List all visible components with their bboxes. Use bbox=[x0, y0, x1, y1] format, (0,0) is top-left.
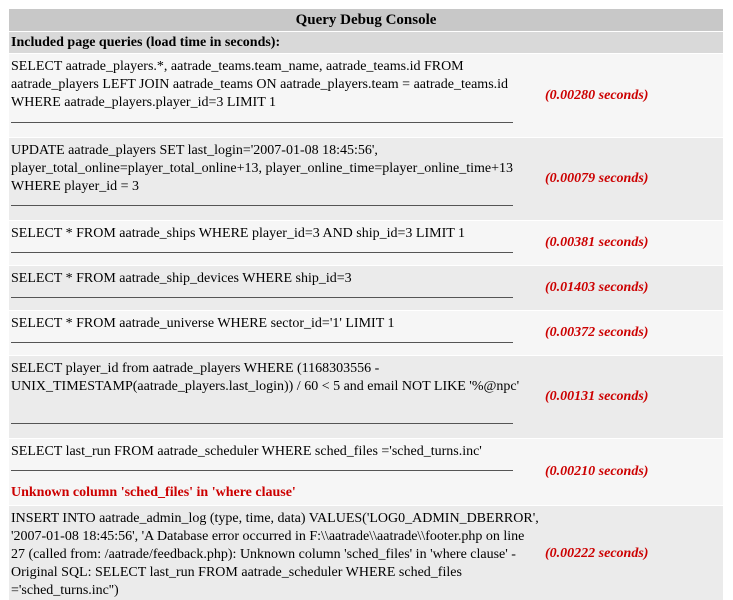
query-sql: UPDATE aatrade_players SET last_login='2… bbox=[11, 143, 514, 194]
query-sql: SELECT player_id from aatrade_players WH… bbox=[11, 361, 520, 394]
query-time: (0.00222 seconds) bbox=[545, 545, 649, 561]
time-cell: (0.00222 seconds) bbox=[542, 506, 723, 600]
console-title: Query Debug Console bbox=[9, 9, 723, 32]
query-time: (0.00372 seconds) bbox=[545, 325, 649, 340]
query-error-message: Unknown column 'sched_files' in 'where c… bbox=[11, 485, 296, 500]
query-row: SELECT * FROM aatrade_ship_devices WHERE… bbox=[9, 266, 723, 311]
query-cell: SELECT * FROM aatrade_ships WHERE player… bbox=[9, 221, 542, 265]
query-divider bbox=[11, 252, 513, 253]
time-cell: (0.00079 seconds) bbox=[542, 138, 723, 220]
query-cell: SELECT player_id from aatrade_players WH… bbox=[9, 356, 542, 438]
query-sql: SELECT aatrade_players.*, aatrade_teams.… bbox=[11, 59, 509, 110]
query-divider bbox=[11, 205, 513, 206]
time-cell: (0.00210 seconds) bbox=[542, 439, 723, 505]
query-row: SELECT last_run FROM aatrade_scheduler W… bbox=[9, 439, 723, 506]
query-time: (0.00280 seconds) bbox=[545, 87, 649, 103]
query-divider bbox=[11, 122, 513, 123]
query-row: UPDATE aatrade_players SET last_login='2… bbox=[9, 138, 723, 221]
query-time: (0.00381 seconds) bbox=[545, 235, 649, 250]
time-cell: (0.00372 seconds) bbox=[542, 311, 723, 355]
query-time: (0.00210 seconds) bbox=[545, 464, 649, 479]
query-divider bbox=[11, 342, 513, 343]
query-row: SELECT aatrade_players.*, aatrade_teams.… bbox=[9, 54, 723, 138]
query-sql: SELECT * FROM aatrade_ships WHERE player… bbox=[11, 226, 466, 241]
query-row: SELECT player_id from aatrade_players WH… bbox=[9, 356, 723, 439]
query-divider bbox=[11, 470, 513, 471]
time-cell: (0.00280 seconds) bbox=[542, 54, 723, 137]
query-row: SELECT * FROM aatrade_ships WHERE player… bbox=[9, 221, 723, 266]
query-cell: SELECT * FROM aatrade_ship_devices WHERE… bbox=[9, 266, 542, 310]
query-divider bbox=[11, 297, 513, 298]
query-time: (0.00079 seconds) bbox=[545, 171, 649, 186]
query-sql: SELECT last_run FROM aatrade_scheduler W… bbox=[11, 444, 482, 459]
query-row: SELECT * FROM aatrade_universe WHERE sec… bbox=[9, 311, 723, 356]
query-divider bbox=[11, 423, 513, 424]
query-sql: SELECT * FROM aatrade_ship_devices WHERE… bbox=[11, 271, 352, 286]
query-cell: SELECT last_run FROM aatrade_scheduler W… bbox=[9, 439, 542, 505]
time-cell: (0.00131 seconds) bbox=[542, 356, 723, 438]
query-cell: INSERT INTO aatrade_admin_log (type, tim… bbox=[9, 506, 542, 600]
section-heading: Included page queries (load time in seco… bbox=[9, 32, 723, 54]
query-sql: INSERT INTO aatrade_admin_log (type, tim… bbox=[11, 511, 539, 598]
query-sql: SELECT * FROM aatrade_universe WHERE sec… bbox=[11, 316, 395, 331]
query-time: (0.01403 seconds) bbox=[545, 280, 649, 295]
query-time: (0.00131 seconds) bbox=[545, 389, 649, 404]
time-cell: (0.01403 seconds) bbox=[542, 266, 723, 310]
query-cell: UPDATE aatrade_players SET last_login='2… bbox=[9, 138, 542, 220]
query-row: INSERT INTO aatrade_admin_log (type, tim… bbox=[9, 506, 723, 600]
query-cell: SELECT * FROM aatrade_universe WHERE sec… bbox=[9, 311, 542, 355]
time-cell: (0.00381 seconds) bbox=[542, 221, 723, 265]
query-debug-console: Query Debug Console Included page querie… bbox=[9, 9, 723, 600]
query-cell: SELECT aatrade_players.*, aatrade_teams.… bbox=[9, 54, 542, 137]
